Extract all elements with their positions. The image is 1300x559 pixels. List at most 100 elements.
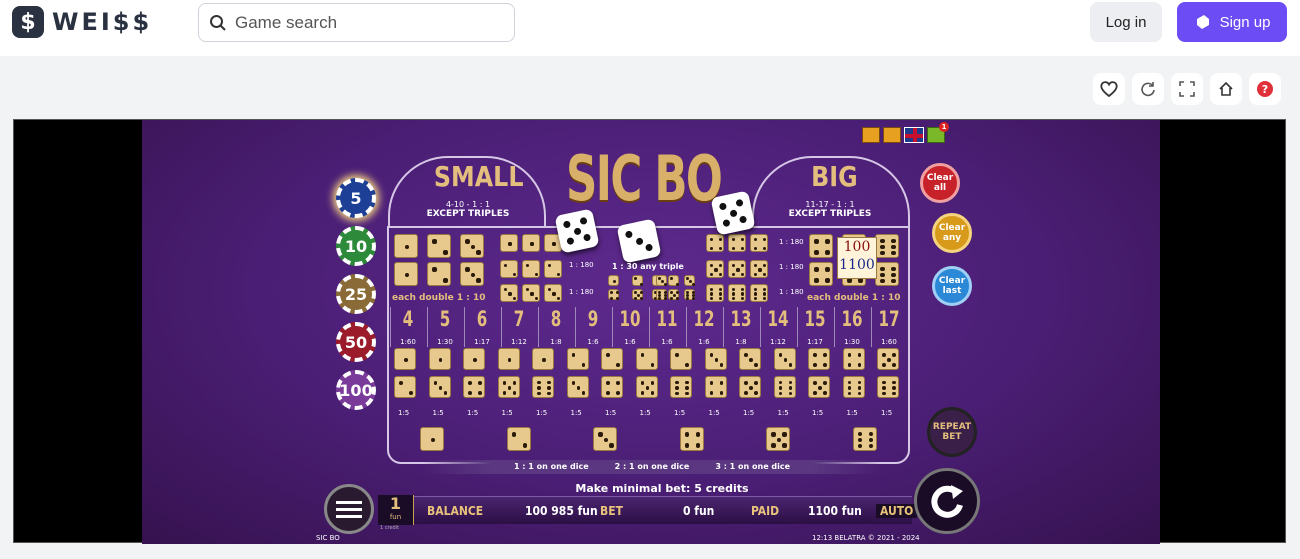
menu-button[interactable]	[324, 484, 374, 534]
total-odds: 1:6	[587, 338, 599, 346]
help-button[interactable]: ?	[1249, 73, 1281, 105]
each-double-right: each double 1 : 10	[807, 293, 901, 303]
double-die	[809, 234, 833, 258]
single-odds-1: 1 : 1 on one dice	[513, 462, 589, 471]
chip-10-button[interactable]: 10	[336, 226, 376, 266]
paid-label: PAID	[751, 504, 780, 518]
small-label: SMALL	[433, 160, 524, 193]
flag-uk-icon[interactable]	[904, 127, 924, 143]
game-frame: 1 SMALL 4-10 - 1 : 1 EXCEPT TRIPLES BIG 1…	[13, 119, 1286, 544]
site-logo[interactable]: $ WEI$$	[12, 6, 152, 38]
reload-button[interactable]	[1132, 73, 1164, 105]
pair-die	[463, 348, 485, 370]
any-triple-die	[668, 275, 679, 286]
total-17-cell[interactable]: 17 1:60	[871, 307, 906, 347]
clear-any-button[interactable]: Clear any	[932, 213, 972, 253]
home-button[interactable]	[1210, 73, 1242, 105]
sicbo-game[interactable]: 1 SMALL 4-10 - 1 : 1 EXCEPT TRIPLES BIG 1…	[142, 120, 1160, 544]
pair-die	[532, 348, 554, 370]
double-die	[427, 234, 451, 258]
total-number: 16	[841, 307, 863, 331]
triple-die	[544, 260, 562, 278]
total-7-cell[interactable]: 7 1:12	[501, 307, 536, 347]
total-15-cell[interactable]: 15 1:17	[797, 307, 832, 347]
game-title: SIC BO	[566, 142, 723, 215]
help-icon: ?	[1257, 81, 1273, 97]
pair-odds: 1:5	[398, 409, 410, 417]
thrown-die-icon	[616, 218, 662, 264]
auto-button[interactable]: AUTO	[876, 504, 918, 518]
total-4-cell[interactable]: 4 1:60	[390, 307, 425, 347]
trophy-icon[interactable]: 1	[927, 122, 949, 143]
double-die	[875, 234, 899, 258]
total-number: 15	[804, 307, 826, 331]
pair-die	[532, 376, 554, 398]
total-odds: 1:8	[550, 338, 562, 346]
total-16-cell[interactable]: 16 1:30	[834, 307, 869, 347]
double-die	[809, 262, 833, 286]
total-number: 9	[587, 307, 599, 331]
triple-die	[522, 260, 540, 278]
fullscreen-button[interactable]	[1171, 73, 1203, 105]
total-odds: 1:30	[437, 338, 453, 346]
total-odds: 1:6	[661, 338, 673, 346]
single-odds-strip: 1 : 1 on one dice 2 : 1 on one dice 3 : …	[422, 460, 882, 474]
spin-button[interactable]	[914, 468, 980, 534]
logo-icon: $	[12, 6, 44, 38]
triple-die	[750, 234, 768, 252]
bet-amount-box[interactable]: 100 1100	[837, 237, 877, 279]
search-input[interactable]	[235, 12, 495, 33]
game-toolbar: ?	[1093, 73, 1281, 105]
pair-odds: 1:5	[501, 409, 513, 417]
min-bet-message: Make minimal bet: 5 credits	[575, 482, 749, 495]
pair-die	[497, 348, 520, 370]
pair-die	[635, 376, 658, 398]
pair-odds: 1:5	[467, 409, 479, 417]
chip-25-button[interactable]: 25	[336, 274, 376, 314]
gift-icon[interactable]	[862, 127, 880, 143]
pair-odds: 1:5	[777, 409, 789, 417]
total-10-cell[interactable]: 10 1:6	[612, 307, 647, 347]
triple-odds-1: 1 : 180	[569, 261, 594, 269]
clear-all-button[interactable]: Clear all	[920, 163, 960, 203]
pair-die	[773, 348, 796, 370]
login-button[interactable]: Log in	[1090, 2, 1162, 42]
total-11-cell[interactable]: 11 1:6	[649, 307, 684, 347]
history-icon[interactable]	[883, 127, 901, 143]
search-icon	[210, 14, 226, 31]
total-odds: 1:60	[881, 338, 897, 346]
triple-die	[500, 260, 518, 278]
total-5-cell[interactable]: 5 1:30	[427, 307, 462, 347]
fullscreen-icon	[1179, 81, 1195, 97]
repeat-bet-button[interactable]: REPEAT BET	[927, 407, 977, 457]
thrown-die-icon	[710, 190, 756, 236]
menu-icon	[336, 497, 362, 522]
pair-die	[601, 376, 623, 398]
chip-100-button[interactable]: 100	[336, 370, 376, 410]
total-13-cell[interactable]: 13 1:8	[723, 307, 758, 347]
total-6-cell[interactable]: 6 1:17	[464, 307, 499, 347]
favorite-button[interactable]	[1093, 73, 1125, 105]
single-die	[506, 427, 531, 451]
pair-die	[704, 348, 727, 370]
chip-5-button[interactable]: 5	[336, 178, 376, 218]
total-number: 6	[476, 307, 488, 331]
refresh-icon	[1141, 82, 1155, 97]
game-search[interactable]	[198, 3, 515, 42]
home-icon	[1219, 81, 1233, 96]
signup-button[interactable]: Sign up	[1177, 2, 1287, 42]
pair-die	[601, 348, 623, 370]
triple-die	[544, 284, 562, 302]
total-8-cell[interactable]: 8 1:8	[538, 307, 573, 347]
coin-selector[interactable]: 1 fun	[378, 495, 414, 525]
pair-die	[670, 376, 692, 398]
total-odds: 1:17	[807, 338, 823, 346]
total-14-cell[interactable]: 14 1:12	[760, 307, 795, 347]
total-12-cell[interactable]: 12 1:6	[686, 307, 721, 347]
bet-label: BET	[600, 504, 623, 518]
total-9-cell[interactable]: 9 1:6	[575, 307, 610, 347]
pair-die	[842, 348, 865, 370]
pair-die	[497, 376, 520, 398]
clear-last-button[interactable]: Clear last	[932, 266, 972, 306]
chip-50-button[interactable]: 50	[336, 322, 376, 362]
